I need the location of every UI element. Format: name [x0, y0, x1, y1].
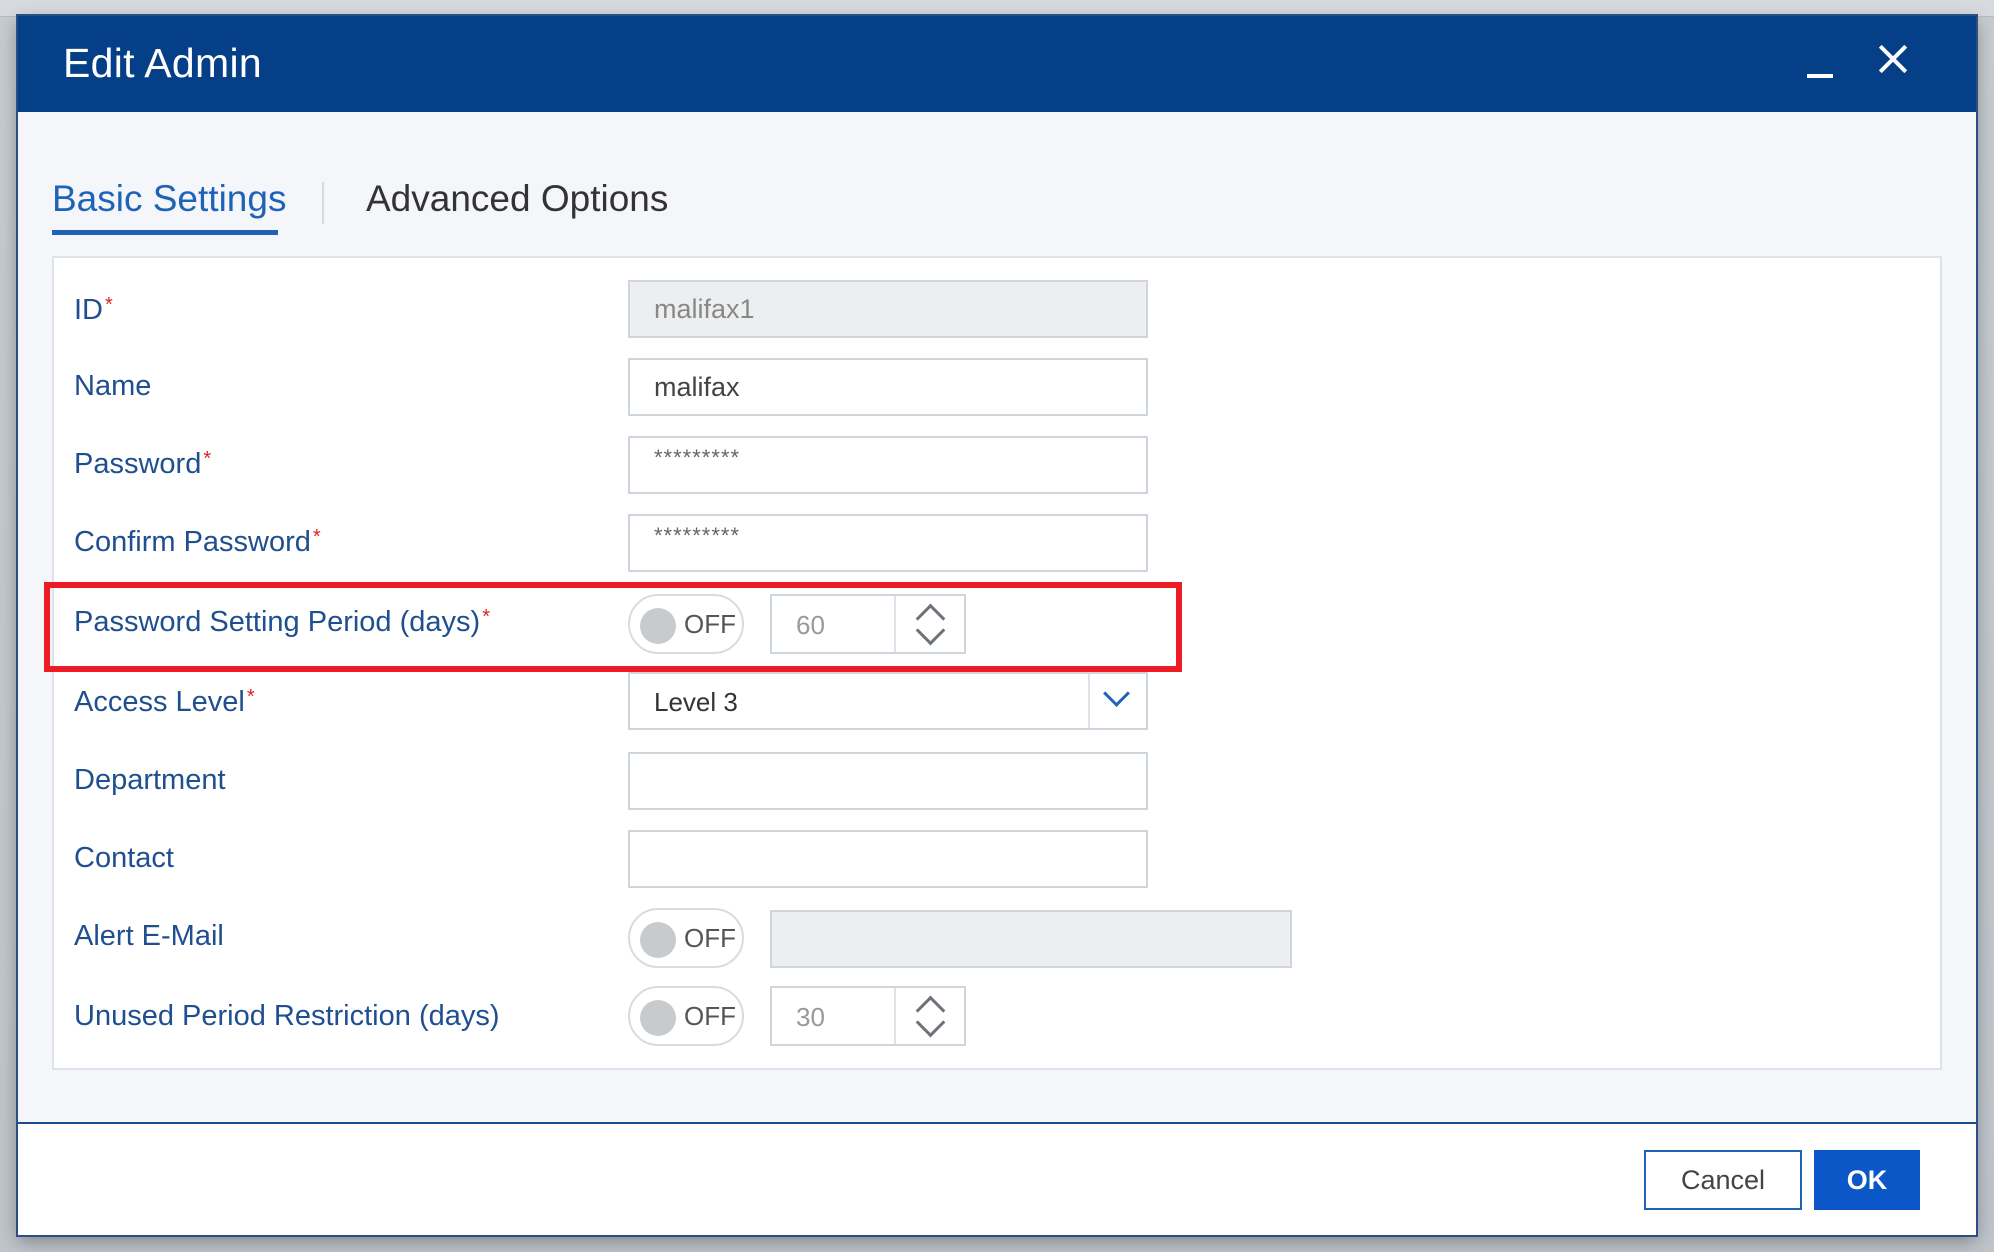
access-level-select[interactable]: Level 3: [628, 672, 1148, 730]
id-field: malifax1: [628, 280, 1148, 338]
name-label: Name: [74, 370, 152, 402]
toggle-knob: [640, 608, 676, 644]
contact-field[interactable]: [628, 830, 1148, 888]
password-setting-period-label: Password Setting Period (days) *: [74, 606, 490, 638]
alert-email-field: [770, 910, 1292, 968]
id-label: ID *: [74, 294, 113, 326]
confirm-password-label: Confirm Password *: [74, 526, 321, 558]
toggle-state-text: OFF: [684, 1001, 736, 1031]
unused-period-restriction-label: Unused Period Restriction (days): [74, 1000, 500, 1032]
tab-basic-settings[interactable]: Basic Settings: [52, 178, 286, 220]
department-label: Department: [74, 764, 226, 796]
dialog-titlebar: Edit Admin: [18, 16, 1976, 112]
edit-admin-dialog: Edit Admin Basic Settings Advanced Optio…: [18, 16, 1976, 1235]
stepper-value: 30: [796, 1002, 825, 1032]
password-setting-period-stepper[interactable]: 60: [770, 594, 966, 654]
active-tab-indicator: [52, 230, 278, 235]
stepper-buttons: [894, 988, 966, 1044]
alert-email-toggle[interactable]: OFF: [628, 908, 744, 968]
department-field[interactable]: [628, 752, 1148, 810]
tab-advanced-options[interactable]: Advanced Options: [366, 178, 668, 220]
tab-divider: [322, 182, 324, 224]
dialog-title: Edit Admin: [63, 40, 262, 86]
background-app-strip: [0, 0, 1994, 17]
access-level-value: Level 3: [654, 687, 738, 717]
unused-period-restriction-stepper[interactable]: 30: [770, 986, 966, 1046]
password-setting-period-toggle[interactable]: OFF: [628, 594, 744, 654]
cancel-button[interactable]: Cancel: [1644, 1150, 1802, 1210]
required-mark: *: [246, 686, 255, 708]
stepper-buttons: [894, 596, 966, 652]
required-mark: *: [482, 606, 490, 628]
chevron-down-icon: [1103, 680, 1130, 707]
alert-email-label: Alert E-Mail: [74, 920, 224, 952]
toggle-knob: [640, 922, 676, 958]
required-mark: *: [105, 294, 113, 316]
required-mark: *: [312, 526, 321, 548]
minimize-icon[interactable]: [1796, 38, 1842, 84]
confirm-password-field[interactable]: *********: [628, 514, 1148, 572]
toggle-state-text: OFF: [684, 923, 736, 953]
ok-button[interactable]: OK: [1814, 1150, 1920, 1210]
toggle-knob: [640, 1000, 676, 1036]
close-icon[interactable]: [1870, 38, 1916, 84]
unused-period-restriction-toggle[interactable]: OFF: [628, 986, 744, 1046]
access-level-label: Access Level *: [74, 686, 255, 718]
required-mark: *: [203, 448, 212, 470]
toggle-state-text: OFF: [684, 609, 736, 639]
stepper-value: 60: [796, 610, 825, 640]
password-label: Password *: [74, 448, 212, 480]
password-field[interactable]: *********: [628, 436, 1148, 494]
name-field[interactable]: malifax: [628, 358, 1148, 416]
dropdown-button[interactable]: [1088, 674, 1146, 728]
contact-label: Contact: [74, 842, 174, 874]
